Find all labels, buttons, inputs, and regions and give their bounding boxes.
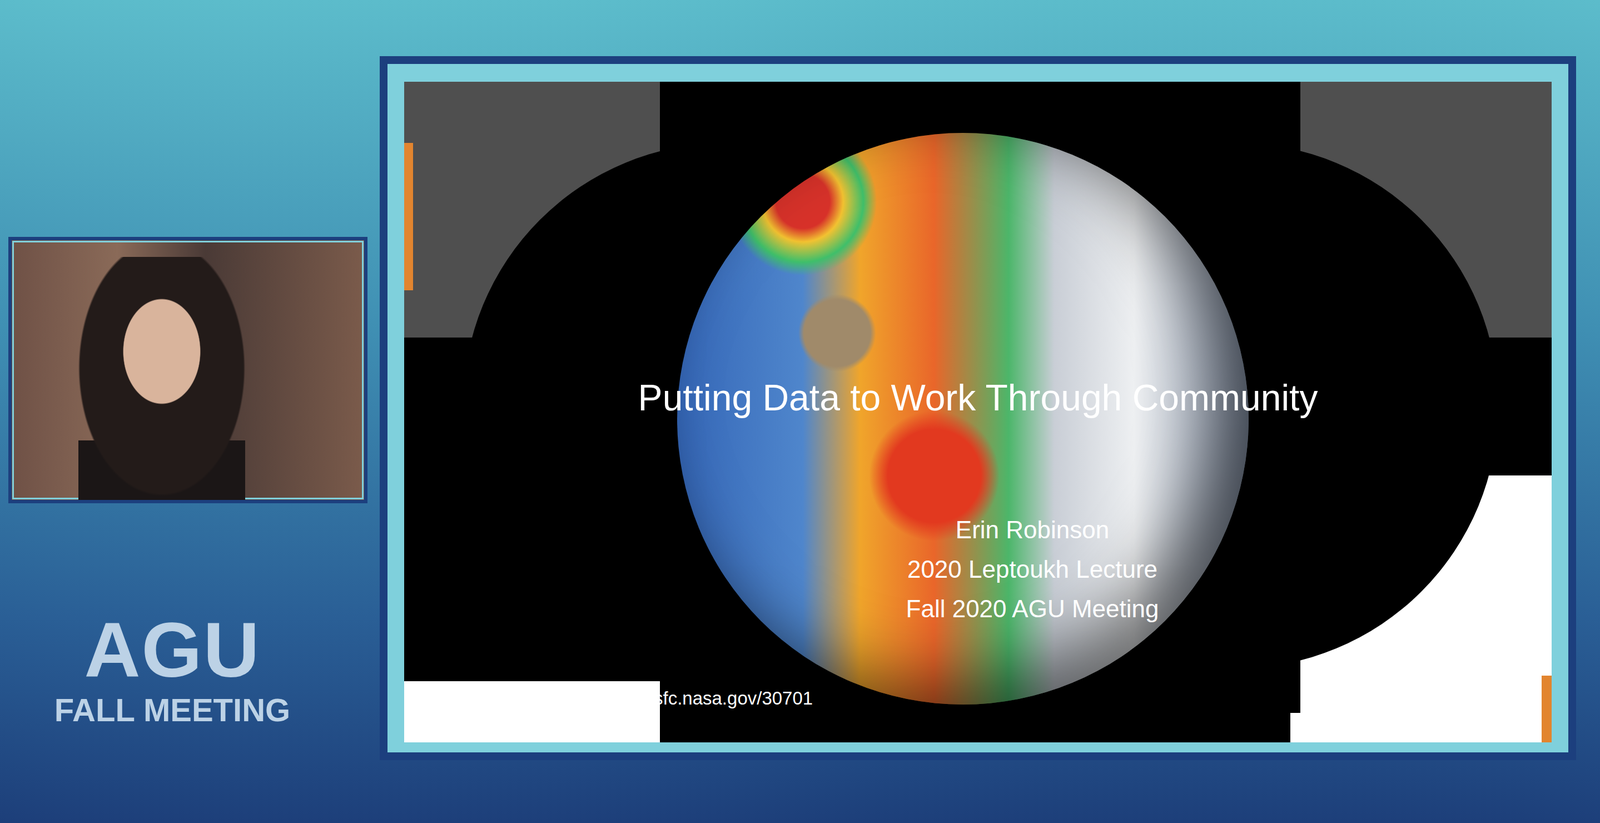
slide-subtitle: Erin Robinson 2020 Leptoukh Lecture Fall 2… (793, 515, 1272, 624)
slide-line: Erin Robinson (955, 515, 1110, 545)
conference-logo: AGUFALL MEETING (41, 608, 303, 730)
slide-line: Fall 2020 AGU Meeting (906, 594, 1160, 624)
logo-sub: FALL MEETING (54, 690, 291, 730)
slide-title: Putting Data to Work Through Community (404, 376, 1552, 419)
presenter-video (8, 236, 368, 504)
slide-line: 2020 Leptoukh Lecture (907, 554, 1158, 585)
left-column: AGUFALL MEETING (0, 0, 372, 730)
accent-left (404, 142, 414, 291)
accent-right (1541, 675, 1552, 743)
slide-frame: Putting Data to Work Through Community Er… (379, 56, 1577, 760)
slide-frame-inner: Putting Data to Work Through Community Er… (387, 63, 1569, 753)
slide: Putting Data to Work Through Community Er… (404, 81, 1552, 743)
presenter-figure (78, 256, 246, 502)
slide-source: Source: https://svs.gsfc.nasa.gov/30701 (487, 687, 813, 709)
logo-main: AGU (83, 608, 261, 691)
